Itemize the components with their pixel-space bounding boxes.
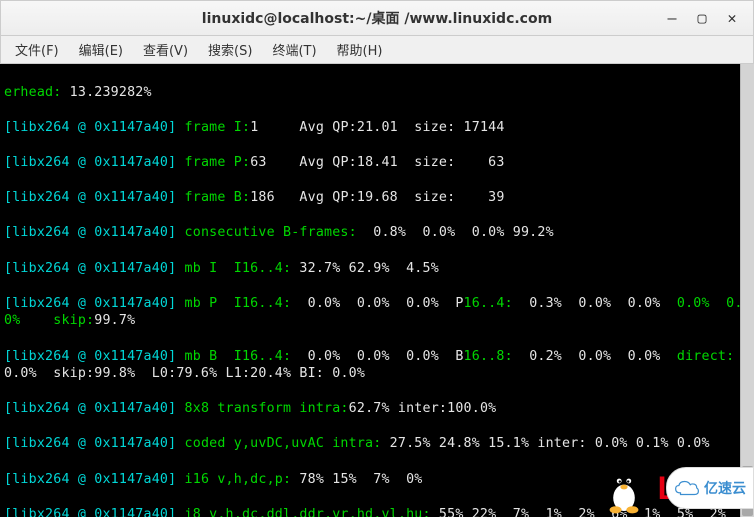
- terminal-line: [libx264 @ 0x1147a40] i16 v,h,dc,p: 78% …: [4, 471, 750, 489]
- terminal-output[interactable]: erhead: 13.239282% [libx264 @ 0x1147a40]…: [0, 64, 754, 517]
- menubar: 文件(F) 编辑(E) 查看(V) 搜索(S) 终端(T) 帮助(H): [0, 36, 754, 64]
- minimize-button[interactable]: –: [657, 5, 687, 31]
- menu-search[interactable]: 搜索(S): [198, 36, 262, 63]
- window-title: linuxidc@localhost:~/桌面 /www.linuxidc.co…: [202, 8, 552, 28]
- maximize-button[interactable]: ▢: [687, 5, 717, 31]
- terminal-line: [libx264 @ 0x1147a40] frame I:1 Avg QP:2…: [4, 119, 750, 137]
- terminal-line: [libx264 @ 0x1147a40] mb I I16..4: 32.7%…: [4, 260, 750, 278]
- menu-view[interactable]: 查看(V): [133, 36, 198, 63]
- terminal-scrollbar[interactable]: [740, 64, 754, 517]
- titlebar: linuxidc@localhost:~/桌面 /www.linuxidc.co…: [0, 0, 754, 36]
- window-controls: – ▢ ✕: [657, 5, 747, 31]
- terminal-line: [libx264 @ 0x1147a40] frame B:186 Avg QP…: [4, 189, 750, 207]
- menu-help[interactable]: 帮助(H): [327, 36, 393, 63]
- terminal-line: [libx264 @ 0x1147a40] coded y,uvDC,uvAC …: [4, 435, 750, 453]
- menu-edit[interactable]: 编辑(E): [69, 36, 133, 63]
- terminal-line: [libx264 @ 0x1147a40] frame P:63 Avg QP:…: [4, 154, 750, 172]
- terminal-line: erhead: 13.239282%: [4, 84, 750, 102]
- menu-terminal[interactable]: 终端(T): [262, 36, 326, 63]
- terminal-line: [libx264 @ 0x1147a40] i8 v,h,dc,ddl,ddr,…: [4, 506, 750, 517]
- terminal-line: [libx264 @ 0x1147a40] mb B I16..4: 0.0% …: [4, 348, 750, 383]
- terminal-line: [libx264 @ 0x1147a40] mb P I16..4: 0.0% …: [4, 295, 750, 330]
- scrollbar-thumb[interactable]: [742, 466, 753, 516]
- terminal-line: [libx264 @ 0x1147a40] 8x8 transform intr…: [4, 400, 750, 418]
- menu-file[interactable]: 文件(F): [5, 36, 69, 63]
- terminal-line: [libx264 @ 0x1147a40] consecutive B-fram…: [4, 224, 750, 242]
- close-button[interactable]: ✕: [717, 5, 747, 31]
